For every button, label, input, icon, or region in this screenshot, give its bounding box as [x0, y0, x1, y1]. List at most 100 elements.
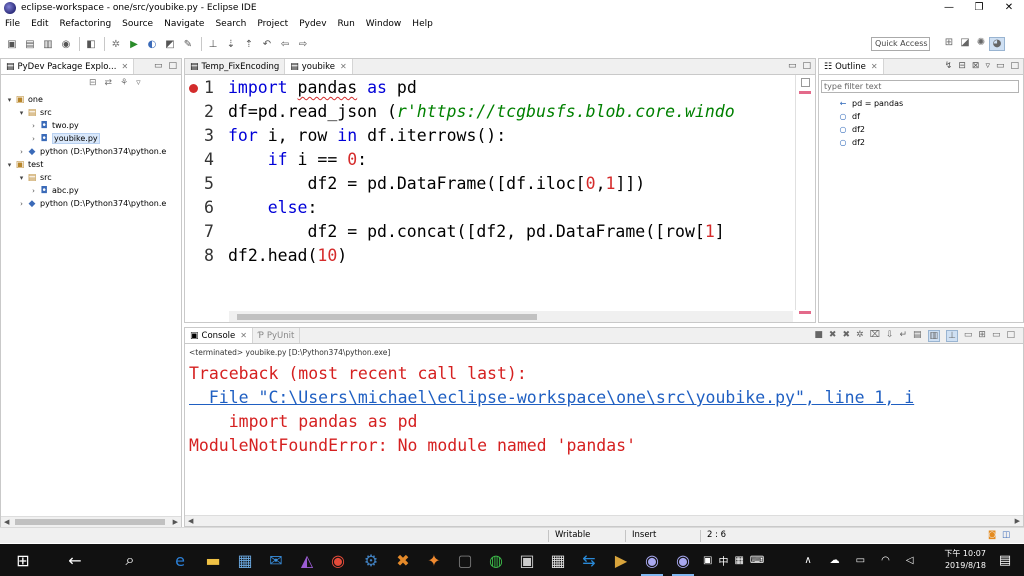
search-icon[interactable]: ⌕ — [115, 544, 145, 576]
minimize-view-icon[interactable]: ▭ — [992, 330, 1001, 342]
scrollbar-thumb[interactable] — [15, 519, 165, 525]
sort-icon[interactable]: ↯ — [945, 61, 953, 71]
package-explorer-scrollbar[interactable]: ◀ ▶ — [1, 516, 181, 527]
menu-refactoring[interactable]: Refactoring — [60, 19, 112, 29]
debug-perspective-icon[interactable]: ✺ — [973, 37, 989, 51]
menu-run[interactable]: Run — [338, 19, 355, 29]
collapse-all-icon[interactable]: ⊟ — [89, 78, 97, 88]
notification-icon[interactable]: ▤ — [990, 544, 1020, 576]
eclipse-taskbar-icon[interactable]: ◉ — [668, 544, 698, 576]
back-icon[interactable]: ⇦ — [277, 37, 293, 51]
console-scrollbar[interactable]: ◀ ▶ — [185, 515, 1023, 526]
store-icon[interactable]: ▦ — [230, 544, 260, 576]
view-menu-icon[interactable]: ▿ — [136, 78, 141, 88]
outline-item[interactable]: ○ df2 — [837, 123, 903, 136]
tab-outline[interactable]: ☷ Outline ✕ — [819, 59, 884, 74]
tree-item[interactable]: › ◘ two.py — [1, 119, 181, 132]
maximize-view-icon[interactable]: □ — [1010, 61, 1019, 71]
close-icon[interactable]: ✕ — [240, 331, 247, 340]
eclipse-taskbar-icon[interactable]: ◉ — [637, 544, 667, 576]
settings-icon[interactable]: ⚙ — [356, 544, 386, 576]
twisty-icon[interactable]: ▾ — [17, 174, 26, 182]
outline-item[interactable]: ← pd = pandas — [837, 97, 904, 110]
twisty-icon[interactable]: › — [17, 148, 26, 156]
rss-icon[interactable]: ◙ — [988, 530, 996, 540]
show-stdout-icon[interactable]: ▤ — [913, 330, 922, 342]
scroll-right-icon[interactable]: ▶ — [1015, 516, 1020, 527]
tool-icon[interactable]: ✦ — [419, 544, 449, 576]
outline-item[interactable]: ○ df — [837, 110, 903, 123]
menu-pydev[interactable]: Pydev — [299, 19, 326, 29]
edge-icon[interactable]: e — [165, 544, 195, 576]
tab-pyunit[interactable]: Ƥ PyUnit — [253, 328, 301, 343]
quick-access-field[interactable]: Quick Access — [871, 37, 930, 51]
back-arrow-icon[interactable]: ← — [60, 544, 90, 576]
tree-item[interactable]: › ◆ python (D:\Python374\python.e — [1, 145, 181, 158]
wifi-icon[interactable]: ◠ — [881, 555, 890, 566]
view-menu-icon[interactable]: ▿ — [985, 61, 990, 71]
debug-icon[interactable]: ✲ — [856, 330, 864, 342]
clear-console-icon[interactable]: ⌧ — [870, 330, 880, 342]
pydev-perspective-icon[interactable]: ◕ — [989, 37, 1005, 51]
menu-search[interactable]: Search — [215, 19, 246, 29]
maximize-button[interactable]: ❐ — [964, 0, 994, 16]
run-icon[interactable]: ▶ — [126, 37, 142, 51]
code-area[interactable]: 1 import pandas as pd 2 df=pd.read_json (r'… — [185, 78, 815, 270]
filter-icon[interactable]: ⚘ — [120, 78, 128, 88]
link-editor-icon[interactable]: ⇄ — [105, 78, 113, 88]
close-icon[interactable]: ✕ — [121, 62, 128, 71]
word-wrap-icon[interactable]: ↵ — [899, 330, 907, 342]
error-marker[interactable] — [799, 91, 811, 94]
tree-item[interactable]: ▾ ▤ src — [1, 171, 181, 184]
menu-project[interactable]: Project — [257, 19, 288, 29]
maximize-view-icon[interactable]: □ — [802, 61, 811, 71]
minimize-view-icon[interactable]: ▭ — [996, 61, 1005, 71]
tab-temp-fixencoding[interactable]: ▤ Temp_FixEncoding — [185, 59, 286, 74]
maximize-view-icon[interactable]: □ — [1006, 330, 1015, 342]
remove-all-icon[interactable]: ✖ — [842, 330, 850, 342]
line-icon[interactable]: ◍ — [481, 544, 511, 576]
menu-file[interactable]: File — [5, 19, 20, 29]
app-icon[interactable]: ▣ — [512, 544, 542, 576]
console-link-line[interactable]: File "C:\Users\michael\eclipse-workspace… — [189, 386, 914, 410]
menu-navigate[interactable]: Navigate — [164, 19, 204, 29]
build-icon[interactable]: ◧ — [83, 37, 99, 51]
outline-item[interactable]: ○ df2 — [837, 136, 903, 149]
file-explorer-icon[interactable]: ▬ — [198, 544, 228, 576]
twisty-icon[interactable]: ▾ — [5, 161, 14, 169]
twisty-icon[interactable]: › — [17, 200, 26, 208]
overview-ruler[interactable] — [795, 75, 815, 314]
display-console-icon[interactable]: ▭ — [964, 330, 973, 342]
app-icon[interactable]: ▢ — [450, 544, 480, 576]
chevron-up-icon[interactable]: ∧ — [804, 555, 811, 566]
ime-mode-icon[interactable]: ▦ — [734, 555, 743, 566]
code-line[interactable]: 2 df=pd.read_json (r'https://tcgbusfs.blo… — [185, 102, 815, 126]
mail-icon[interactable]: ✉ — [261, 544, 291, 576]
scroll-left-icon[interactable]: ◀ — [188, 516, 193, 527]
save-icon[interactable]: ▤ — [22, 37, 38, 51]
collapse-all-icon[interactable]: ⊟ — [958, 61, 966, 71]
show-stderr-icon[interactable]: ▥ — [927, 330, 941, 342]
target-icon[interactable]: ◉ — [58, 37, 74, 51]
close-icon[interactable]: ✕ — [871, 62, 878, 71]
editor-scrollbar[interactable] — [229, 311, 793, 322]
progress-icon[interactable]: ◫ — [1002, 530, 1010, 540]
brush-icon[interactable]: ✎ — [180, 37, 196, 51]
debug-config-icon[interactable]: ✲ — [108, 37, 124, 51]
code-line[interactable]: 7 df2 = pd.concat([df2, pd.DataFrame([ro… — [185, 222, 815, 246]
menu-edit[interactable]: Edit — [31, 19, 48, 29]
close-icon[interactable]: ✕ — [340, 62, 347, 71]
scroll-lock-icon[interactable]: ⇩ — [886, 330, 894, 342]
battery-icon[interactable]: ▭ — [856, 555, 865, 566]
twisty-icon[interactable]: ▾ — [5, 96, 14, 104]
remove-launch-icon[interactable]: ✖ — [829, 330, 837, 342]
cloud-icon[interactable]: ☁ — [830, 555, 840, 566]
clock[interactable]: 下午 10:07 2019/8/18 — [944, 548, 986, 572]
pin-icon[interactable]: ⊥ — [205, 37, 221, 51]
twisty-icon[interactable]: ▾ — [17, 109, 26, 117]
chrome-icon[interactable]: ◉ — [323, 544, 353, 576]
volume-icon[interactable]: ◁ — [906, 555, 914, 566]
media-icon[interactable]: ▶ — [606, 544, 636, 576]
error-icon[interactable] — [189, 84, 198, 93]
xampp-icon[interactable]: ✖ — [388, 544, 418, 576]
